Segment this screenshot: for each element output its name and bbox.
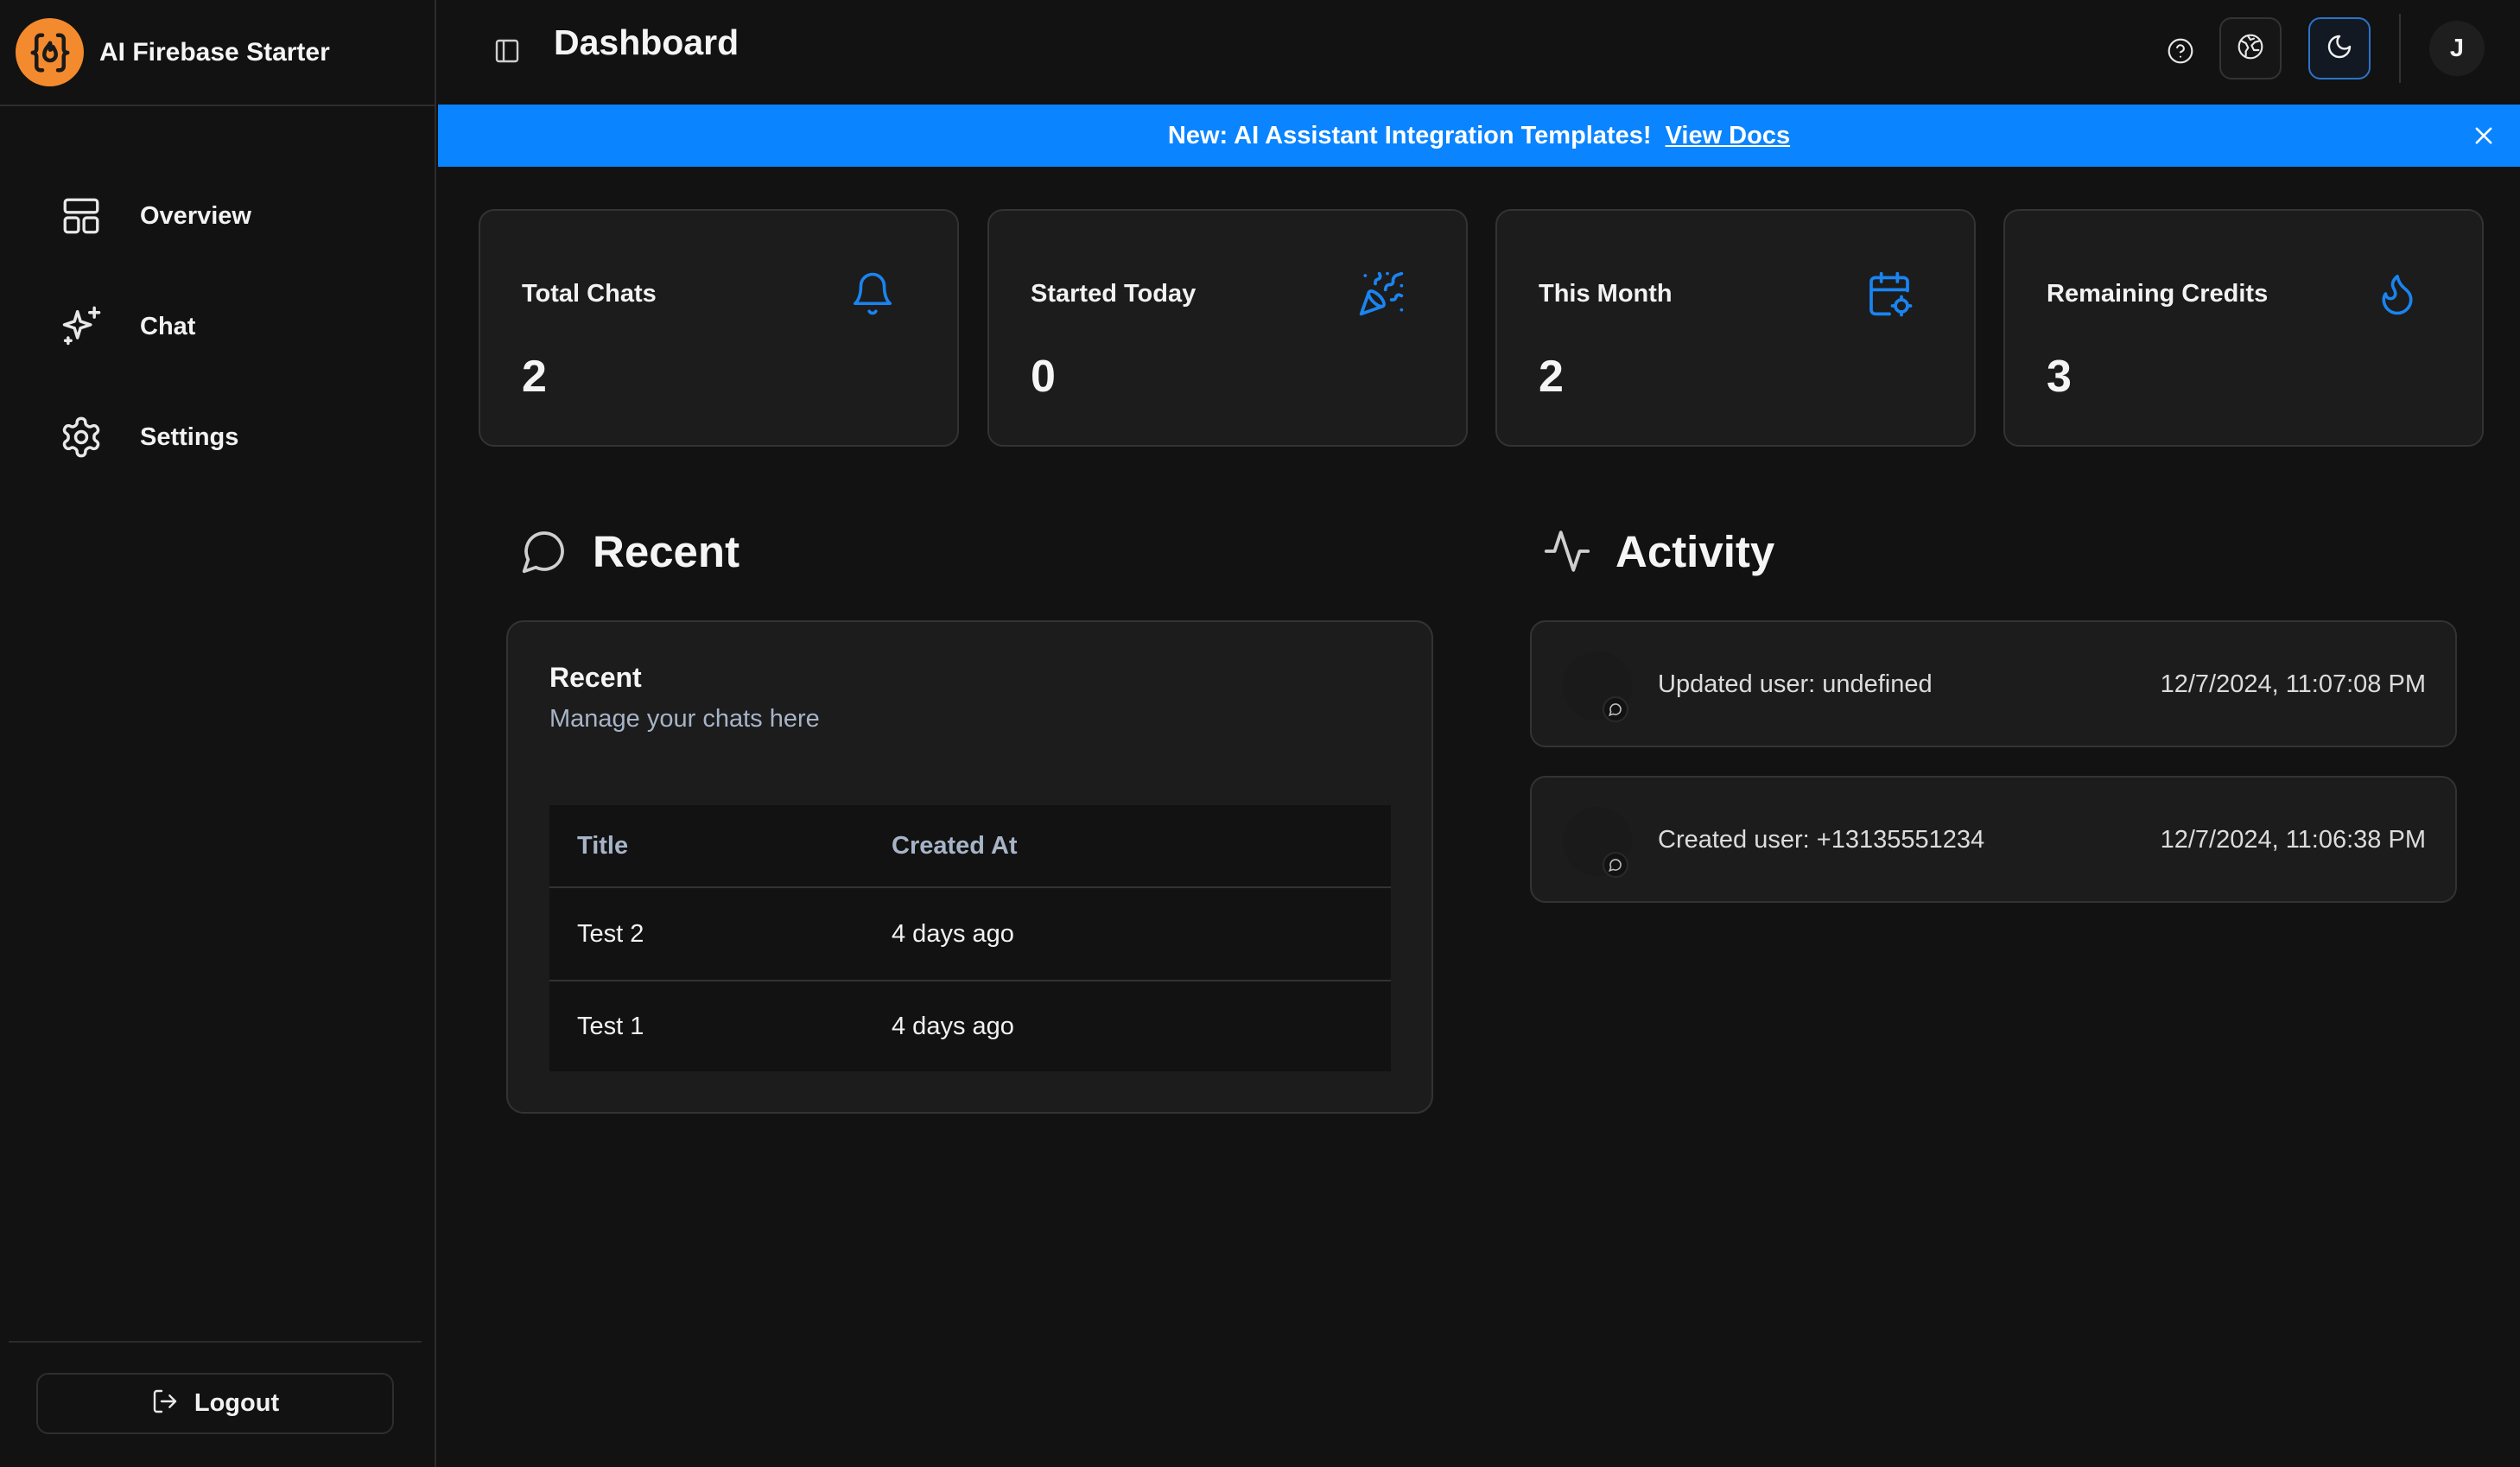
page-title: Dashboard: [554, 22, 739, 62]
sidebar-item-overview[interactable]: Overview: [0, 161, 435, 271]
section-title: Recent: [593, 526, 740, 576]
firebase-logo-icon: [16, 18, 84, 86]
stat-card-total-chats: Total Chats 2: [479, 209, 959, 447]
help-circle-icon: [2167, 37, 2194, 69]
activity-timestamp: 12/7/2024, 11:07:08 PM: [2160, 670, 2426, 698]
message-circle-icon: [518, 525, 570, 577]
sidebar-item-chat[interactable]: Chat: [0, 271, 435, 382]
panel-left-icon: [493, 37, 521, 69]
stat-label: Started Today: [1031, 280, 1197, 308]
card-subtitle: Manage your chats here: [549, 705, 820, 733]
party-popper-icon: [1355, 268, 1407, 320]
bell-icon: [847, 268, 898, 320]
column-header-created-at[interactable]: Created At: [892, 832, 1391, 861]
sidebar: AI Firebase Starter Overview Chat Settin…: [0, 0, 436, 1467]
sidebar-toggle-button[interactable]: [483, 32, 531, 73]
section-title: Activity: [1615, 526, 1775, 576]
stat-value: 0: [1031, 352, 1056, 402]
stat-label: Remaining Credits: [2047, 280, 2269, 308]
activity-item[interactable]: Created user: +13135551234 12/7/2024, 11…: [1530, 776, 2457, 903]
recent-chats-card: Recent Manage your chats here Title Crea…: [506, 620, 1433, 1114]
sidebar-divider: [9, 1341, 422, 1343]
logout-label: Logout: [194, 1389, 280, 1417]
logout-button[interactable]: Logout: [36, 1373, 394, 1434]
layout-dashboard-icon: [59, 194, 104, 238]
theme-toggle-button[interactable]: [2308, 17, 2371, 79]
cell-title: Test 1: [577, 1012, 644, 1040]
cell-created-at: 4 days ago: [892, 919, 1014, 948]
stat-label: Total Chats: [522, 280, 657, 308]
table-row[interactable]: Test 1 4 days ago: [549, 980, 1391, 1071]
close-icon: [2475, 127, 2492, 144]
moon-icon: [2326, 33, 2353, 65]
language-button[interactable]: [2219, 17, 2282, 79]
app-name: AI Firebase Starter: [99, 37, 330, 67]
table-row[interactable]: Test 2 4 days ago: [549, 888, 1391, 980]
sidebar-item-label: Overview: [140, 201, 251, 230]
stat-card-started-today: Started Today 0: [987, 209, 1468, 447]
stat-card-this-month: This Month 2: [1495, 209, 1976, 447]
stat-value: 3: [2047, 352, 2072, 402]
table-header: Title Created At: [549, 805, 1391, 888]
calendar-cog-icon: [1863, 268, 1915, 320]
stat-value: 2: [522, 352, 547, 402]
help-button[interactable]: [2159, 31, 2202, 74]
app-root: AI Firebase Starter Overview Chat Settin…: [0, 0, 2520, 1467]
sidebar-item-label: Chat: [140, 312, 196, 340]
recent-chats-table: Title Created At Test 2 4 days ago Test …: [549, 805, 1391, 1071]
activity-section-heading: Activity: [1541, 525, 1774, 577]
message-badge-icon: [1603, 696, 1628, 722]
sparkles-icon: [59, 304, 104, 349]
top-header: Dashboard J: [436, 0, 2520, 105]
stat-label: This Month: [1539, 280, 1673, 308]
activity-pulse-icon: [1541, 525, 1593, 577]
stat-card-remaining-credits: Remaining Credits 3: [2003, 209, 2484, 447]
sidebar-nav: Overview Chat Settings: [0, 161, 435, 492]
column-header-title[interactable]: Title: [549, 832, 892, 861]
sidebar-item-settings[interactable]: Settings: [0, 382, 435, 492]
card-title: Recent: [549, 662, 642, 693]
message-badge-icon: [1603, 852, 1628, 878]
globe-icon: [2237, 33, 2264, 65]
brand[interactable]: AI Firebase Starter: [0, 0, 435, 106]
banner-text: New: AI Assistant Integration Templates!: [1167, 121, 1652, 149]
cell-created-at: 4 days ago: [892, 1012, 1014, 1040]
activity-item[interactable]: Updated user: undefined 12/7/2024, 11:07…: [1530, 620, 2457, 747]
user-avatar[interactable]: J: [2429, 21, 2485, 76]
announcement-banner: New: AI Assistant Integration Templates!…: [438, 105, 2520, 167]
banner-link[interactable]: View Docs: [1666, 122, 1791, 150]
activity-text: Updated user: undefined: [1658, 670, 1933, 698]
flame-icon: [2371, 268, 2423, 320]
header-divider: [2399, 14, 2401, 83]
recent-section-heading: Recent: [518, 525, 739, 577]
sidebar-item-label: Settings: [140, 422, 239, 451]
banner-close-button[interactable]: [2468, 120, 2499, 151]
logout-icon: [151, 1388, 179, 1419]
gear-icon: [59, 415, 104, 460]
activity-timestamp: 12/7/2024, 11:06:38 PM: [2160, 826, 2426, 854]
cell-title: Test 2: [577, 919, 644, 948]
activity-text: Created user: +13135551234: [1658, 826, 1985, 854]
stat-value: 2: [1539, 352, 1564, 402]
